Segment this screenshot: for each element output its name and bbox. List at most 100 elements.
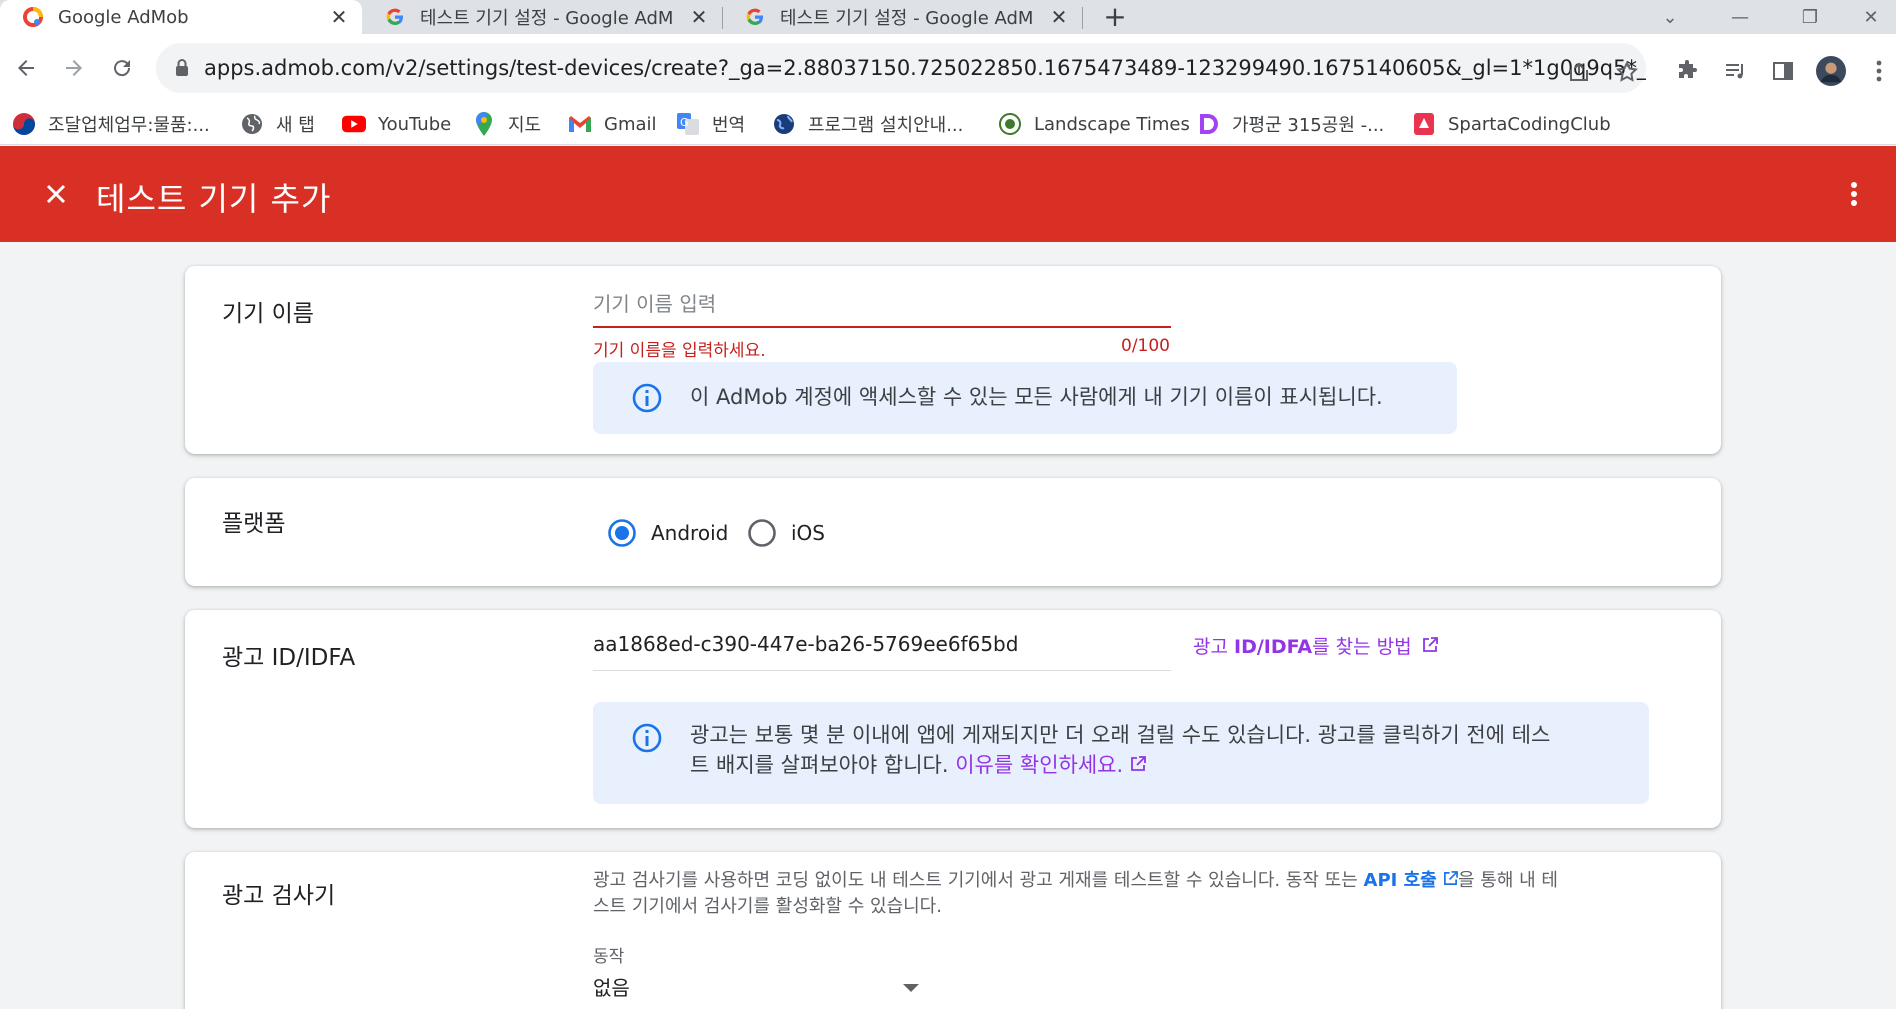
- device-name-info-box: 이 AdMob 계정에 액세스할 수 있는 모든 사람에게 내 기기 이름이 표…: [593, 362, 1457, 434]
- radio-ios[interactable]: iOS: [747, 518, 825, 548]
- bookmark-star-icon[interactable]: [1612, 57, 1642, 87]
- more-options-button[interactable]: [1836, 176, 1872, 212]
- page-title: 테스트 기기 추가: [96, 180, 332, 218]
- ad-id-info-line1: 광고는 보통 몇 분 이내에 앱에 게재되지만 더 오래 걸릴 수도 있습니다.…: [690, 723, 1551, 747]
- device-name-label: 기기 이름: [222, 301, 314, 327]
- api-call-link-text: API 호출: [1363, 870, 1437, 891]
- ad-id-input[interactable]: [593, 626, 1171, 662]
- tab-test-device-2[interactable]: 테스트 기기 설정 - Google AdM ✕: [722, 0, 1082, 34]
- external-link-icon: [1130, 756, 1146, 771]
- action-label: 동작: [593, 947, 625, 967]
- dropdown-arrow-icon[interactable]: [903, 984, 919, 992]
- action-select-value[interactable]: 없음: [593, 972, 630, 1001]
- reload-icon: [114, 60, 131, 77]
- svg-text:G: G: [680, 116, 689, 129]
- ad-id-info-box: 광고는 보통 몇 분 이내에 앱에 게재되지만 더 오래 걸릴 수도 있습니다.…: [593, 702, 1649, 804]
- radio-unselected-icon: [748, 519, 776, 547]
- more-vert-icon: [1851, 182, 1857, 206]
- bookmark-label: 조달업체업무:물품:...: [48, 115, 210, 136]
- new-tab-button[interactable]: +: [1100, 2, 1130, 32]
- tab-admob[interactable]: Google AdMob ✕: [0, 0, 362, 34]
- device-name-underline: [593, 326, 1171, 328]
- bookmark-item[interactable]: SpartaCodingClub: [1412, 109, 1611, 139]
- bookmark-item[interactable]: G 번역: [676, 109, 745, 139]
- tab-close-icon[interactable]: ✕: [328, 5, 350, 29]
- learn-why-link-text: 이유를 확인하세요.: [955, 753, 1124, 777]
- back-button[interactable]: [6, 48, 46, 88]
- restore-button[interactable]: ❐: [1780, 0, 1840, 34]
- info-icon: [632, 723, 662, 753]
- bookmark-label: SpartaCodingClub: [1448, 113, 1611, 135]
- radio-ios-label: iOS: [791, 521, 825, 545]
- profile-avatar[interactable]: [1816, 56, 1846, 86]
- extensions-icon[interactable]: [1672, 56, 1702, 86]
- chrome-menu-icon[interactable]: [1864, 56, 1894, 86]
- window-close-button[interactable]: ✕: [1846, 0, 1896, 34]
- share-icon[interactable]: [1564, 57, 1594, 87]
- bookmark-item[interactable]: Gmail: [568, 109, 657, 139]
- app-header: 테스트 기기 추가: [0, 146, 1896, 242]
- bookmark-label: 프로그램 설치안내...: [808, 115, 964, 136]
- tab-search-button[interactable]: ⌄: [1640, 0, 1700, 34]
- info-line2-text: 트 배지를 살펴보아야 합니다.: [690, 753, 949, 777]
- minimize-button[interactable]: —: [1710, 0, 1770, 34]
- device-name-card: 기기 이름 기기 이름을 입력하세요. 0/100 이 AdMob 계정에 액세…: [185, 266, 1721, 454]
- bookmark-item[interactable]: 프로그램 설치안내...: [772, 109, 963, 139]
- api-call-link[interactable]: API 호출: [1364, 870, 1459, 891]
- ad-inspector-card: 광고 검사기 광고 검사기를 사용하면 코딩 없이도 내 테스트 기기에서 광고…: [185, 852, 1721, 1009]
- bookmark-label: YouTube: [378, 113, 452, 135]
- bookmark-label: 가평군 315공원 -...: [1232, 115, 1385, 136]
- lock-icon: [176, 59, 188, 76]
- ad-inspector-help-line1: 광고 검사기를 사용하면 코딩 없이도 내 테스트 기기에서 광고 게재를 테스…: [593, 868, 1673, 894]
- browser-toolbar: apps.admob.com/v2/settings/test-devices/…: [0, 34, 1896, 103]
- radio-android-label: Android: [651, 521, 729, 545]
- tab-separator: [1082, 7, 1083, 29]
- bookmark-item[interactable]: 가평군 315공원 -...: [1196, 109, 1384, 139]
- sparta-icon: [1412, 112, 1436, 136]
- address-bar[interactable]: apps.admob.com/v2/settings/test-devices/…: [156, 43, 1646, 93]
- bookmark-label: Landscape Times: [1034, 113, 1190, 135]
- ad-id-help-link[interactable]: 광고 ID/IDFA를 찾는 방법: [1193, 632, 1438, 659]
- device-name-error: 기기 이름을 입력하세요.: [593, 341, 766, 361]
- help-text-part2: 을 통해 내 테: [1458, 870, 1558, 891]
- radio-android[interactable]: Android: [607, 518, 728, 548]
- korea-emblem-icon: [12, 112, 36, 136]
- bookmark-label: 번역: [712, 115, 746, 136]
- url-text: apps.admob.com/v2/settings/test-devices/…: [204, 56, 1646, 80]
- bookmarks-bar: 조달업체업무:물품:... 새 탭 YouTube 지도 Gmail G 번역 …: [0, 103, 1896, 145]
- admob-icon: [22, 6, 44, 28]
- gmail-icon: [568, 112, 592, 136]
- device-name-counter: 0/100: [1121, 336, 1170, 356]
- info-icon: [632, 383, 662, 413]
- tab-title: 테스트 기기 설정 - Google AdM: [780, 8, 1034, 29]
- main-content: 기기 이름 기기 이름을 입력하세요. 0/100 이 AdMob 계정에 액세…: [0, 242, 1896, 1009]
- bookmark-item[interactable]: YouTube: [342, 109, 451, 139]
- external-link-icon: [1422, 637, 1438, 652]
- forward-button[interactable]: [54, 48, 94, 88]
- ad-id-card: 광고 ID/IDFA 광고 ID/IDFA를 찾는 방법 광고는 보통 몇 분 …: [185, 610, 1721, 828]
- reload-button[interactable]: [102, 48, 142, 88]
- tab-test-device-1[interactable]: 테스트 기기 설정 - Google AdM ✕: [362, 0, 722, 34]
- maps-icon: [472, 112, 496, 136]
- bookmark-item[interactable]: 조달업체업무:물품:...: [12, 109, 210, 139]
- bookmark-item[interactable]: 새 탭: [240, 109, 315, 139]
- media-control-icon[interactable]: [1720, 56, 1750, 86]
- tab-title: Google AdMob: [58, 6, 189, 28]
- device-name-input[interactable]: [593, 286, 1171, 322]
- close-icon: [46, 184, 66, 204]
- close-button[interactable]: [38, 176, 74, 212]
- bookmark-label: Gmail: [604, 113, 657, 135]
- help-link-bold: ID/IDFA: [1234, 636, 1313, 658]
- bookmark-item[interactable]: 지도: [472, 109, 541, 139]
- ad-inspector-label: 광고 검사기: [222, 883, 336, 909]
- side-panel-icon[interactable]: [1768, 56, 1798, 86]
- learn-why-link[interactable]: 이유를 확인하세요.: [955, 753, 1146, 777]
- tab-close-icon[interactable]: ✕: [1048, 5, 1070, 29]
- external-link-icon: [1444, 871, 1458, 885]
- platform-card: 플랫폼 Android iOS: [185, 478, 1721, 586]
- platform-label: 플랫폼: [222, 511, 286, 537]
- bookmark-item[interactable]: Landscape Times: [998, 109, 1190, 139]
- google-icon: [384, 6, 406, 28]
- google-icon: [744, 6, 766, 28]
- tab-close-icon[interactable]: ✕: [688, 5, 710, 29]
